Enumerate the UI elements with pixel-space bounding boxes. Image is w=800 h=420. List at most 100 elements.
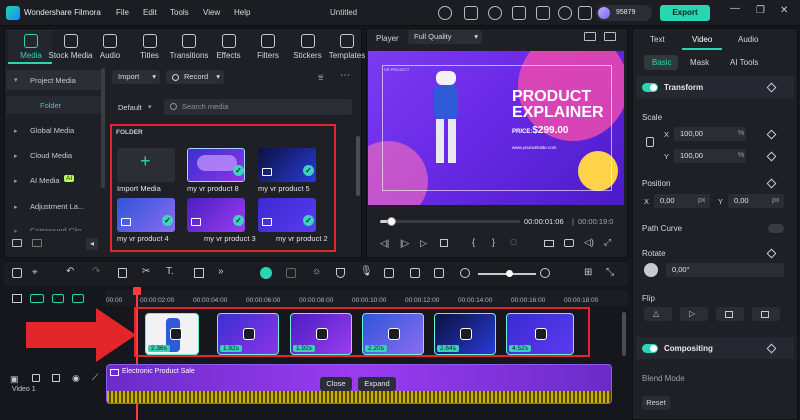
cloud-upload-icon[interactable] — [536, 6, 550, 20]
layout-icon[interactable] — [12, 268, 22, 278]
transform-toggle[interactable] — [642, 83, 658, 92]
microphone-icon[interactable]: 🎙︎ — [360, 266, 373, 277]
reset-button[interactable]: Reset — [642, 396, 670, 410]
volume-icon[interactable]: ◁) — [584, 237, 594, 248]
text-tool-icon[interactable]: T. — [166, 266, 174, 277]
collapse-icon[interactable]: ⤡ — [606, 267, 614, 278]
edit-clip-icon[interactable] — [460, 328, 472, 340]
timeline-clip[interactable]: 1.92s — [290, 313, 352, 355]
stop-icon[interactable] — [440, 239, 448, 247]
split-icon[interactable]: ✂ — [142, 266, 150, 277]
menu-view[interactable]: View — [203, 8, 220, 17]
close-button[interactable]: Close — [320, 377, 352, 391]
render-icon[interactable]: ⎔ — [510, 238, 517, 247]
rotate-input[interactable]: 0,00° — [666, 263, 784, 277]
maximize-icon[interactable]: ❐ — [756, 5, 765, 16]
path-curve-toggle[interactable] — [768, 224, 784, 233]
subtab-ai-tools[interactable]: AI Tools — [730, 58, 758, 67]
expand-arrow-icon[interactable]: ▸ — [14, 227, 18, 235]
playback-track[interactable] — [380, 220, 520, 223]
filters-icon[interactable] — [261, 34, 275, 48]
timeline-clip[interactable]: 2.64s — [434, 313, 496, 355]
chevron-down-icon[interactable]: ▾ — [148, 103, 152, 111]
smart-tool-icon[interactable] — [260, 267, 272, 279]
menu-tools[interactable]: Tools — [170, 8, 189, 17]
tab-templates[interactable]: Templates — [324, 51, 370, 60]
subtab-basic[interactable]: Basic — [652, 58, 672, 67]
link-icon[interactable] — [30, 294, 44, 303]
sun-icon[interactable]: ☼ — [312, 266, 321, 277]
edit-clip-icon[interactable] — [535, 328, 547, 340]
prev-frame-icon[interactable]: ◁| — [380, 238, 389, 249]
media-icon[interactable] — [24, 34, 38, 48]
mark-out-icon[interactable]: } — [492, 237, 495, 247]
timeline-scrollbar[interactable] — [622, 312, 626, 356]
user-avatar-icon[interactable] — [598, 7, 610, 19]
lock-ratio-icon[interactable] — [646, 137, 654, 147]
apps-grid-icon[interactable] — [578, 6, 592, 20]
monitor-icon[interactable] — [464, 6, 478, 20]
media-scrollbar[interactable] — [356, 136, 360, 196]
magnet-icon[interactable] — [52, 294, 64, 303]
voiceover-icon[interactable] — [384, 268, 394, 278]
image-view-icon[interactable] — [604, 32, 616, 41]
menu-help[interactable]: Help — [234, 8, 250, 17]
quality-dropdown[interactable]: Full Quality ▾ — [408, 30, 482, 44]
folder-track-icon[interactable] — [52, 374, 60, 382]
timeline-clip[interactable]: 4.52s — [506, 313, 574, 355]
titles-icon[interactable] — [142, 34, 157, 48]
render-preview-icon[interactable] — [286, 268, 296, 278]
sidebar-global-media[interactable]: Global Media — [30, 126, 74, 135]
sidebar-cloud-media[interactable]: Cloud Media — [30, 151, 72, 160]
audio-adjust-icon[interactable]: ⟋ — [92, 372, 98, 383]
edit-clip-icon[interactable] — [170, 328, 182, 340]
search-input[interactable]: Search media — [164, 99, 352, 115]
edit-clip-icon[interactable] — [388, 328, 400, 340]
import-dropdown[interactable]: Import ▾ — [112, 70, 160, 84]
player-preview[interactable]: VR PROJECT PRODUCT EXPLAINER PRICE:$299.… — [368, 51, 624, 205]
more-tools-icon[interactable]: » — [218, 266, 224, 277]
timeline-clip[interactable]: 2.20s — [362, 313, 424, 355]
compositing-toggle[interactable] — [642, 344, 658, 353]
shield-icon[interactable] — [336, 268, 345, 278]
sidebar-compound-clip[interactable]: Compound Clip — [30, 226, 82, 231]
snap-icon[interactable] — [72, 294, 84, 303]
display-icon[interactable] — [544, 240, 554, 247]
expand-arrow-icon[interactable]: ▸ — [14, 152, 18, 160]
lock-track-icon[interactable] — [32, 374, 40, 382]
ai-tool-icon[interactable] — [410, 268, 420, 278]
sort-dropdown[interactable]: Default — [118, 103, 142, 112]
grid-icon[interactable]: ⊞ — [584, 267, 592, 278]
zoom-knob[interactable] — [506, 270, 513, 277]
sidebar-folder[interactable]: Folder — [40, 101, 61, 110]
stickers-icon[interactable] — [300, 34, 315, 48]
tab-video[interactable]: Video — [692, 35, 712, 44]
close-window-icon[interactable]: ✕ — [780, 5, 788, 16]
expand-arrow-icon[interactable]: ▾ — [14, 76, 18, 84]
expand-arrow-icon[interactable]: ▸ — [14, 127, 18, 135]
zoom-in-icon[interactable] — [540, 268, 550, 278]
crop-icon[interactable] — [194, 268, 204, 278]
filter-icon[interactable]: ⩸ — [318, 72, 323, 83]
audio-icon[interactable] — [103, 34, 117, 48]
timeline-clip[interactable]: 2.36s — [145, 313, 199, 355]
scale-y-input[interactable]: 100,00 — [674, 149, 746, 163]
expand-arrow-icon[interactable]: ▸ — [14, 203, 18, 211]
more-options-icon[interactable]: ⋯ — [340, 70, 350, 81]
gift-icon[interactable] — [438, 6, 452, 20]
minimize-icon[interactable]: — — [730, 3, 740, 14]
mark-in-icon[interactable]: { — [472, 237, 475, 247]
expand-arrow-icon[interactable]: ▸ — [14, 177, 18, 185]
lightbulb-icon[interactable] — [488, 6, 502, 20]
select-tool-icon[interactable]: ⌖ — [32, 267, 38, 278]
collapse-sidebar-icon[interactable]: ◂ — [86, 238, 98, 250]
transitions-icon[interactable] — [182, 34, 196, 48]
edit-clip-icon[interactable] — [243, 328, 255, 340]
zoom-out-icon[interactable] — [460, 268, 470, 278]
folder-icon[interactable] — [32, 239, 42, 247]
menu-edit[interactable]: Edit — [143, 8, 157, 17]
new-folder-icon[interactable] — [12, 239, 22, 247]
sidebar-scrollbar[interactable] — [101, 68, 105, 188]
export-button[interactable]: Export — [660, 5, 710, 21]
expand-button[interactable]: Expand — [358, 377, 396, 391]
